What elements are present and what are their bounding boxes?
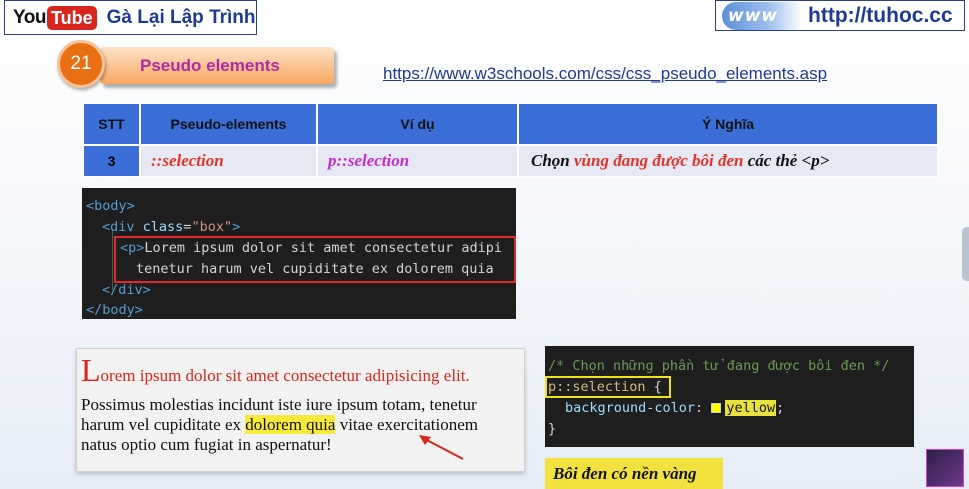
reference-link[interactable]: https://www.w3schools.com/css/css_pseudo… [383, 64, 827, 84]
red-highlight-box [114, 236, 516, 283]
cell-example: p::selection [316, 144, 519, 178]
css-comment: /* Chọn những phần tử đang được bôi đen … [548, 358, 890, 374]
caption-yellow: Bôi đen có nền vàng [545, 458, 723, 489]
youtube-logo: You Tube [13, 5, 97, 30]
header-stt: STT [82, 102, 141, 146]
indent-guide [112, 230, 113, 290]
meaning-highlight: vùng đang được bôi đen [574, 151, 744, 170]
site-badge: www http://tuhoc.cc [715, 0, 965, 31]
rendered-preview: Lorem ipsum dolor sit amet consectetur a… [76, 348, 525, 472]
lesson-title-badge: Pseudo elements [100, 47, 334, 84]
code-line-div-open: <div class="box"> [102, 219, 241, 235]
preview-line-4: natus optio cum fugiat in aspernatur! [81, 435, 332, 454]
youtube-logo-you: You [13, 6, 46, 28]
css-brace-close: } [548, 421, 557, 437]
meaning-suffix: các thẻ <p> [743, 151, 830, 170]
table-row: 3 ::selection p::selection Chọn vùng đan… [82, 144, 939, 178]
table-header-row: STT Pseudo-elements Ví dụ Ý Nghĩa [82, 102, 939, 146]
meaning-prefix: Chọn [531, 151, 574, 170]
pseudo-elements-table: STT Pseudo-elements Ví dụ Ý Nghĩa 3 ::se… [82, 102, 939, 178]
code-line-body-open: <body> [86, 198, 135, 214]
cell-meaning: Chọn vùng đang được bôi đen các thẻ <p> [517, 144, 939, 178]
selected-text[interactable]: dolorem quia [245, 415, 336, 434]
preview-line-2: Possimus molestias incidunt iste iure ip… [81, 395, 477, 414]
site-url: http://tuhoc.cc [808, 3, 953, 27]
cell-stt: 3 [82, 144, 141, 178]
code-line-body-close: </body> [86, 302, 143, 318]
preview-first-line: Lorem ipsum dolor sit amet consectetur a… [81, 352, 470, 388]
css-selector-line: p::selection { [548, 379, 662, 395]
channel-avatar [926, 449, 964, 487]
youtube-logo-tube: Tube [46, 5, 97, 30]
color-swatch-icon [711, 403, 722, 413]
youtube-channel-badge: You Tube Gà Lại Lập Trình [4, 0, 257, 35]
red-arrow-icon [419, 435, 464, 460]
code-line-div-close: </div> [102, 282, 151, 298]
side-panel-handle[interactable] [962, 227, 969, 281]
css-code-block: /* Chọn những phần tử đang được bôi đen … [545, 346, 914, 447]
header-example: Ví dụ [316, 102, 519, 146]
header-meaning: Ý Nghĩa [517, 102, 939, 146]
header-pseudo-elements: Pseudo-elements [139, 102, 318, 146]
www-globe-logo: www [722, 1, 802, 30]
dropcap-letter: L [81, 352, 101, 388]
html-code-block: <body> <div class="box"> <p>Lorem ipsum … [82, 188, 516, 319]
cell-pseudo-element: ::selection [139, 144, 318, 178]
lesson-number-circle: 21 [57, 40, 105, 88]
channel-name: Gà Lại Lập Trình [106, 6, 256, 28]
preview-line-3: harum vel cupiditate ex dolorem quia vit… [81, 415, 478, 434]
lesson-title: Pseudo elements [140, 55, 280, 75]
css-property-line: background-color: yellow; [565, 400, 785, 416]
